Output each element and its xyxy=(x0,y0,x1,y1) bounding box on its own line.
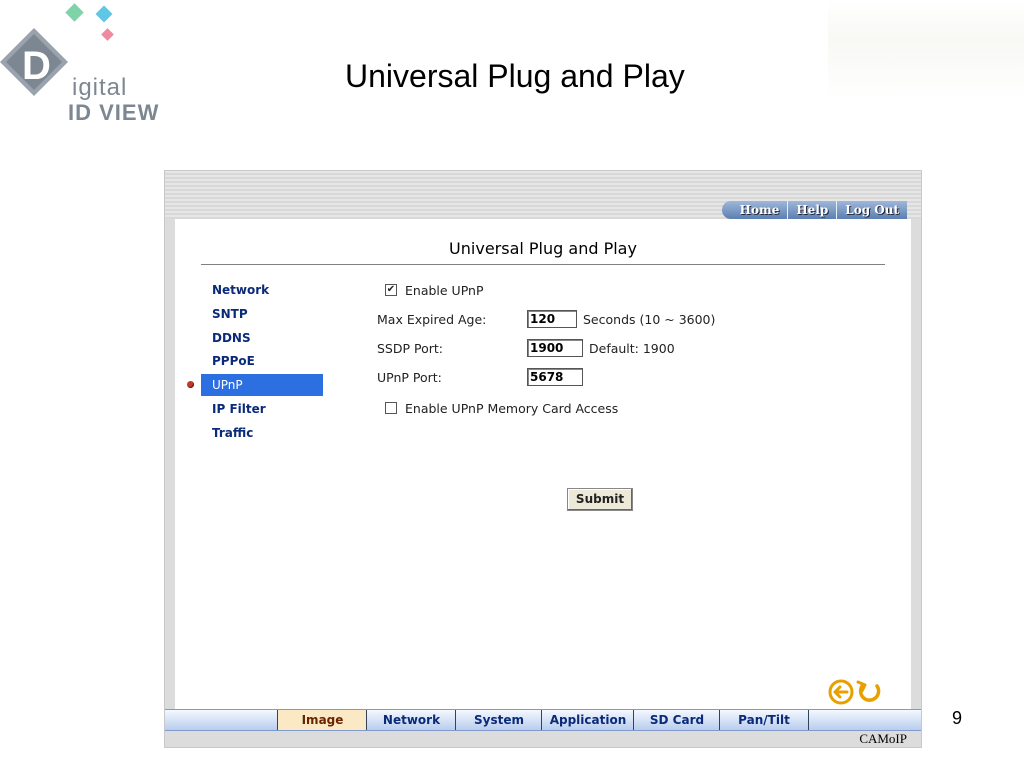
tab-system[interactable]: System xyxy=(455,710,542,730)
enable-upnp-row: ✔ Enable UPnP xyxy=(377,279,483,301)
title-divider xyxy=(201,264,885,265)
camera-web-ui: Home Help Log Out Universal Plug and Pla… xyxy=(164,170,922,748)
back-arrow-icon[interactable] xyxy=(828,679,854,705)
help-button[interactable]: Help xyxy=(787,201,837,219)
sidebar-item-ddns[interactable]: DDNS xyxy=(201,327,323,349)
sidebar-item-label: SNTP xyxy=(212,306,248,321)
sidebar-item-label: Traffic xyxy=(212,425,254,440)
svg-text:ID VIEW: ID VIEW xyxy=(68,100,159,125)
digital-id-view-logo: D igital ID VIEW xyxy=(0,0,190,130)
diamond-cyan-shape xyxy=(95,5,113,23)
sidebar-item-pppoe[interactable]: PPPoE xyxy=(201,350,323,372)
tab-application[interactable]: Application xyxy=(541,710,634,730)
tab-image[interactable]: Image xyxy=(277,710,367,730)
logout-button[interactable]: Log Out xyxy=(836,201,907,219)
memory-card-checkbox[interactable] xyxy=(385,402,397,414)
content-panel: Universal Plug and Play Network SNTP DDN… xyxy=(175,219,911,709)
brand-label: CAMoIP xyxy=(859,731,907,746)
tab-pan-tilt[interactable]: Pan/Tilt xyxy=(719,710,809,730)
upnp-port-row: UPnP Port: xyxy=(377,366,589,388)
svg-text:D: D xyxy=(22,44,51,88)
sidebar-item-label: Network xyxy=(212,283,270,297)
sidebar-item-upnp[interactable]: UPnP xyxy=(187,374,323,397)
ssdp-port-label: SSDP Port: xyxy=(377,340,443,356)
slide-title: Universal Plug and Play xyxy=(345,58,685,94)
memory-card-label: Enable UPnP Memory Card Access xyxy=(405,400,619,416)
sidebar-item-label: DDNS xyxy=(212,330,251,345)
sidebar-item-ip-filter[interactable]: IP Filter xyxy=(201,398,323,420)
sidebar-item-label: UPnP xyxy=(212,378,243,393)
max-age-input[interactable] xyxy=(527,310,577,328)
tab-network[interactable]: Network xyxy=(366,710,456,730)
sidebar-item-label: PPPoE xyxy=(212,354,255,369)
diamond-green-shape xyxy=(65,3,84,22)
submit-button[interactable]: Submit xyxy=(567,488,633,511)
diamond-pink-shape xyxy=(101,28,114,41)
sidebar-item-sntp[interactable]: SNTP xyxy=(201,303,323,325)
page-title: Universal Plug and Play xyxy=(449,239,637,258)
max-age-hint: Seconds (10 ~ 3600) xyxy=(583,311,716,327)
ssdp-port-hint: Default: 1900 xyxy=(589,340,675,356)
decorative-header-strip xyxy=(828,0,1024,100)
sidebar-item-label: IP Filter xyxy=(212,401,266,416)
memory-card-row: Enable UPnP Memory Card Access xyxy=(377,397,618,419)
ssdp-port-row: SSDP Port: Default: 1900 xyxy=(377,337,675,359)
refresh-icon[interactable] xyxy=(856,680,881,702)
enable-upnp-label: Enable UPnP xyxy=(405,282,484,298)
sidebar-item-traffic[interactable]: Traffic xyxy=(201,422,323,444)
page-number: 9 xyxy=(952,708,963,728)
svg-text:igital: igital xyxy=(72,74,127,101)
upnp-port-label: UPnP Port: xyxy=(377,369,442,385)
sidebar-item-network[interactable]: Network xyxy=(201,279,323,301)
bottom-nav: Image Network System Application SD Card… xyxy=(165,709,921,731)
ssdp-port-input[interactable] xyxy=(527,339,583,357)
enable-upnp-checkbox[interactable]: ✔ xyxy=(385,284,397,296)
max-age-row: Max Expired Age: Seconds (10 ~ 3600) xyxy=(377,308,715,330)
max-age-label: Max Expired Age: xyxy=(377,311,487,327)
active-bullet-icon xyxy=(187,381,194,389)
upnp-port-input[interactable] xyxy=(527,368,583,386)
nav-arrows xyxy=(827,676,887,708)
tab-sd-card[interactable]: SD Card xyxy=(633,710,720,730)
sidebar: Network SNTP DDNS PPPoE UPnP IP Filter T… xyxy=(187,279,323,446)
home-button[interactable]: Home xyxy=(721,201,788,219)
top-nav: Home Help Log Out xyxy=(721,201,907,219)
